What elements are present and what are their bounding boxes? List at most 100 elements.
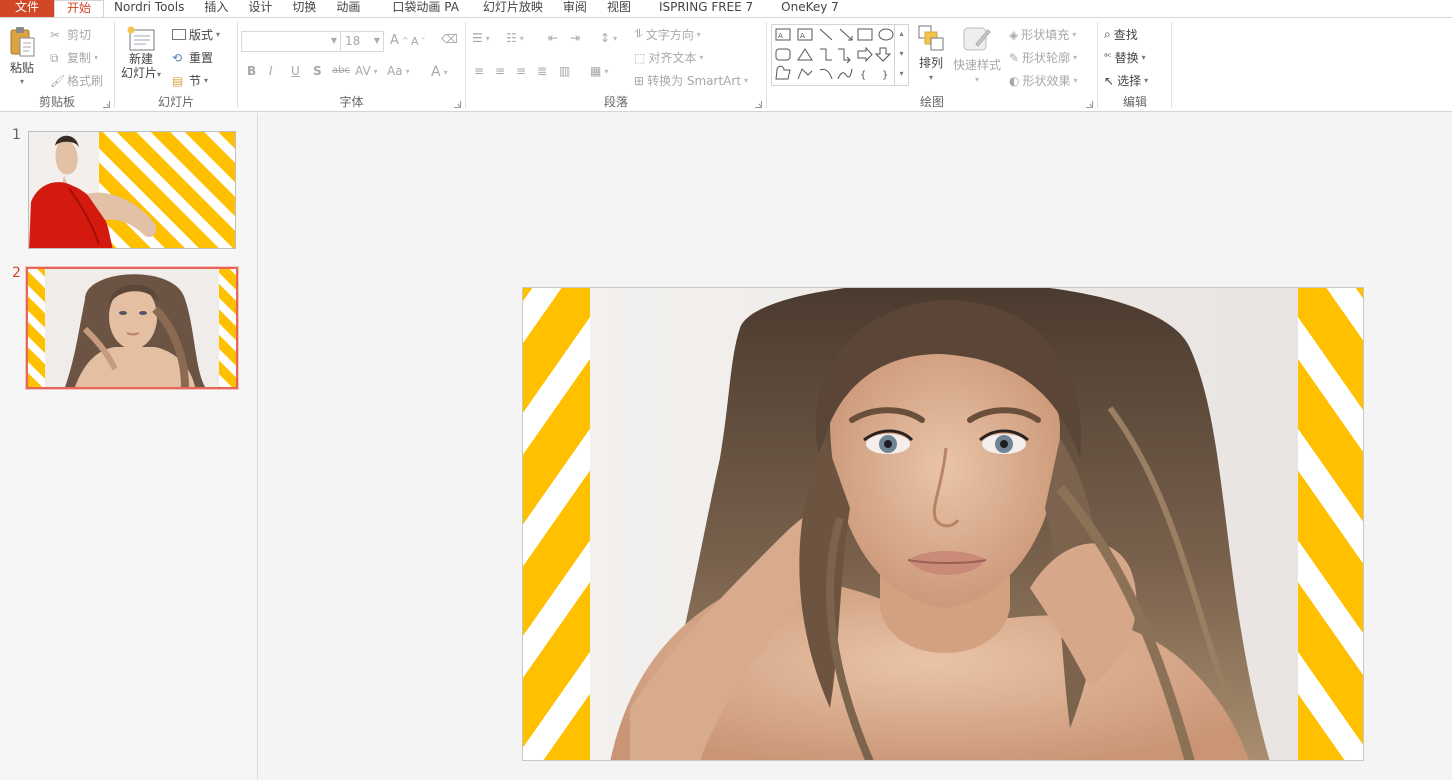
- convert-smartart-button[interactable]: ⊞ 转换为 SmartArt ▾: [634, 72, 748, 89]
- copy-button[interactable]: ⧉ 复制 ▾: [50, 49, 98, 66]
- tab-insert[interactable]: 插入: [194, 0, 238, 17]
- grow-font-icon: A: [390, 33, 399, 48]
- italic-button[interactable]: I: [269, 64, 273, 78]
- replace-label: 替换: [1114, 51, 1139, 65]
- font-color-button[interactable]: A ▾: [431, 64, 448, 80]
- format-painter-button[interactable]: 🖌 格式刷: [50, 72, 103, 89]
- justify-icon: ≣: [537, 64, 548, 78]
- strikethrough-button[interactable]: abc: [332, 65, 350, 76]
- smartart-icon: ⊞: [634, 73, 645, 88]
- chevron-down-icon: ▾: [1072, 30, 1077, 39]
- align-center-button[interactable]: ≡: [495, 64, 505, 78]
- quick-styles-button[interactable]: 快速样式 ▾: [953, 24, 1001, 84]
- shape-fill-button[interactable]: ◈ 形状填充 ▾: [1009, 26, 1076, 43]
- tab-transitions[interactable]: 切换: [282, 0, 326, 17]
- align-right-button[interactable]: ≡: [516, 64, 526, 78]
- paste-button[interactable]: 粘贴 ▾: [8, 26, 36, 86]
- font-size-combo[interactable]: 18 ▼: [340, 31, 384, 52]
- tab-onekey[interactable]: OneKey 7: [771, 0, 849, 17]
- shape-outline-button[interactable]: ✎ 形状轮廓 ▾: [1009, 49, 1077, 66]
- chevron-down-icon: ▼: [373, 36, 380, 45]
- columns-button[interactable]: ▦ ▾: [590, 64, 608, 78]
- tab-pocket-animation[interactable]: 口袋动画 PA: [382, 0, 473, 17]
- model-red-dress-image: [29, 132, 157, 248]
- distributed-button[interactable]: ▥: [559, 64, 570, 78]
- group-editing: ⌕ 查找 ᵃᶜ 替换 ▾ ↖ 选择 ▾ 编辑: [1098, 18, 1172, 112]
- align-text-button[interactable]: ⬚ 对齐文本 ▾: [634, 49, 703, 66]
- shape-outline-label: 形状轮廓: [1022, 51, 1071, 65]
- justify-button[interactable]: ≣: [537, 64, 547, 78]
- font-launcher-icon[interactable]: [454, 101, 461, 108]
- section-label: 节: [189, 74, 202, 88]
- grow-font-button[interactable]: A ^: [390, 33, 409, 48]
- group-font: ▼ 18 ▼ A ^ Aˇ ⌫ B I U S abc AV ▾ Aa ▾ A ▾ 字体: [238, 18, 465, 112]
- new-slide-button[interactable]: 新建 幻灯片▾: [121, 26, 161, 82]
- slide-thumbnail-2[interactable]: [25, 266, 239, 390]
- slide-thumbnail-1[interactable]: [28, 131, 236, 249]
- line-spacing-icon: ↕: [600, 31, 611, 45]
- section-button[interactable]: ▤ 节 ▾: [172, 72, 208, 89]
- clipboard-launcher-icon[interactable]: [103, 101, 110, 108]
- chevron-down-icon: ▾: [1073, 53, 1078, 62]
- find-button[interactable]: ⌕ 查找: [1104, 26, 1138, 43]
- find-label: 查找: [1113, 28, 1138, 42]
- text-direction-button[interactable]: ⥮ 文字方向 ▾: [634, 26, 701, 43]
- select-button[interactable]: ↖ 选择 ▾: [1104, 72, 1148, 89]
- current-slide[interactable]: [522, 287, 1364, 761]
- shapes-gallery-scroll[interactable]: ▴ ▾ ▾: [894, 24, 908, 86]
- decrease-indent-button[interactable]: ⇤: [548, 31, 558, 45]
- underline-button[interactable]: U: [291, 64, 300, 78]
- chevron-down-icon: ▾: [485, 33, 490, 43]
- paragraph-launcher-icon[interactable]: [755, 101, 762, 108]
- tab-ispring[interactable]: ISPRING FREE 7: [649, 0, 771, 17]
- layout-button[interactable]: 版式 ▾: [172, 26, 220, 43]
- change-case-button[interactable]: Aa ▾: [387, 64, 410, 78]
- tab-home[interactable]: 开始: [54, 0, 105, 17]
- model-portrait-image: [45, 269, 219, 387]
- tab-design[interactable]: 设计: [238, 0, 282, 17]
- tab-slideshow[interactable]: 幻灯片放映: [473, 0, 553, 17]
- select-label: 选择: [1117, 74, 1142, 88]
- tab-nordri-tools[interactable]: Nordri Tools: [104, 0, 194, 17]
- tab-file[interactable]: 文件: [0, 0, 55, 17]
- group-label-slides: 幻灯片: [157, 95, 194, 109]
- paint-bucket-icon: ◈: [1009, 27, 1019, 42]
- text-direction-icon: ⥮: [634, 27, 643, 41]
- chevron-down-icon: ▾: [19, 77, 24, 86]
- increase-indent-button[interactable]: ⇥: [570, 31, 580, 45]
- replace-button[interactable]: ᵃᶜ 替换 ▾: [1104, 49, 1146, 66]
- shrink-font-button[interactable]: Aˇ: [411, 35, 426, 48]
- tab-review[interactable]: 审阅: [553, 0, 597, 17]
- shape-fill-label: 形状填充: [1021, 28, 1070, 42]
- font-name-combo[interactable]: ▼: [241, 31, 341, 52]
- model-portrait-photo[interactable]: [590, 288, 1298, 760]
- group-paragraph: ☰ ▾ ☷ ▾ ⇤ ⇥ ↕ ▾ ⥮ 文字方向 ▾ ⬚ 对齐文本 ▾ ⊞ 转换为 SmartArt…: [466, 18, 766, 112]
- chevron-down-icon: ▾: [613, 33, 618, 43]
- shapes-gallery[interactable]: A A {}: [771, 24, 909, 86]
- group-label-editing: 编辑: [1122, 95, 1147, 109]
- section-icon: ▤: [172, 73, 184, 88]
- reset-button[interactable]: ⟲ 重置: [172, 49, 213, 66]
- group-clipboard: 粘贴 ▾ ✂ 剪切 ⧉ 复制 ▾ 🖌 格式刷 剪贴板: [0, 18, 114, 112]
- clear-format-button[interactable]: ⌫: [441, 32, 458, 46]
- powerpoint-window: 文件 开始 Nordri Tools 插入 设计 切换 动画 口袋动画 PA 幻…: [0, 0, 1452, 780]
- cut-button[interactable]: ✂ 剪切: [50, 26, 91, 43]
- bold-button[interactable]: B: [247, 64, 256, 78]
- tab-view[interactable]: 视图: [597, 0, 649, 17]
- bullets-button[interactable]: ☰ ▾: [472, 31, 490, 45]
- brush-icon: 🖌: [50, 73, 66, 88]
- align-left-button[interactable]: ≡: [474, 64, 484, 78]
- numbering-button[interactable]: ☷ ▾: [506, 31, 524, 45]
- shape-effects-button[interactable]: ◐ 形状效果 ▾: [1009, 72, 1078, 89]
- line-spacing-button[interactable]: ↕ ▾: [600, 31, 617, 45]
- reset-label: 重置: [189, 51, 214, 65]
- chevron-down-icon: ▾: [519, 33, 524, 43]
- copy-label: 复制: [67, 51, 92, 65]
- eraser-icon: ⌫: [441, 32, 458, 46]
- char-spacing-button[interactable]: AV ▾: [355, 64, 378, 78]
- shadow-button[interactable]: S: [313, 64, 322, 78]
- tab-animations[interactable]: 动画: [326, 0, 382, 17]
- drawing-launcher-icon[interactable]: [1086, 101, 1093, 108]
- arrange-button[interactable]: 排列 ▾: [917, 24, 945, 82]
- slide-editing-area[interactable]: [259, 113, 1452, 780]
